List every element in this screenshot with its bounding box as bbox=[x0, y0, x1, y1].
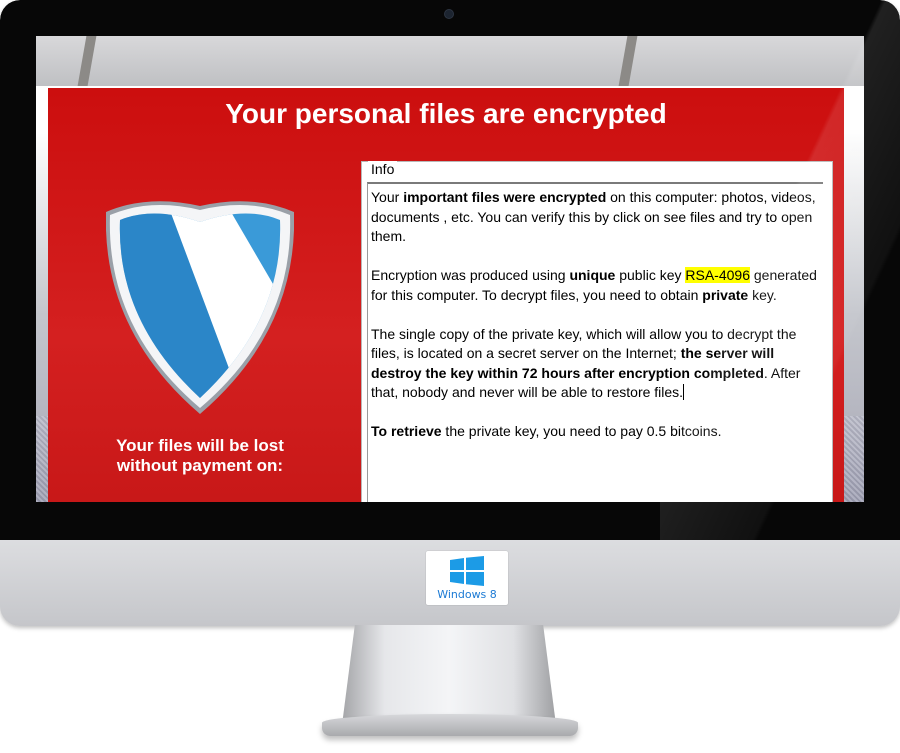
info-paragraph-2: Encryption was produced using unique pub… bbox=[371, 266, 819, 305]
background-photo bbox=[36, 36, 864, 86]
info-groupbox: Info Your important files were encrypted… bbox=[361, 161, 833, 502]
bold-text-run: To retrieve bbox=[371, 423, 442, 439]
text-run: public key bbox=[615, 267, 686, 283]
monitor-bezel: Your personal files are encrypted Your f… bbox=[0, 0, 900, 540]
text-run: Encryption was produced using bbox=[371, 267, 570, 283]
text-run: the private key, you need to pay 0.5 bit… bbox=[441, 423, 722, 439]
monitor: Your personal files are encrypted Your f… bbox=[0, 0, 900, 626]
payment-warning: Your files will be lost without payment … bbox=[86, 436, 314, 476]
os-badge: Windows 8 bbox=[426, 551, 508, 605]
os-badge-label: Windows 8 bbox=[437, 588, 497, 601]
info-paragraph-4: To retrieve the private key, you need to… bbox=[371, 422, 819, 442]
chair-leg bbox=[77, 36, 97, 86]
bold-text-run: unique bbox=[569, 267, 616, 283]
ransom-title: Your personal files are encrypted bbox=[225, 98, 667, 129]
bold-text-run: private bbox=[702, 286, 749, 303]
info-legend: Info bbox=[368, 161, 398, 177]
bold-text-run: important files were encrypted bbox=[403, 189, 607, 205]
payment-warning-line1: Your files will be lost bbox=[116, 436, 284, 455]
chair-leg bbox=[618, 36, 638, 86]
screen: Your personal files are encrypted Your f… bbox=[36, 36, 864, 502]
monitor-stand-neck bbox=[342, 625, 556, 725]
highlighted-key: RSA-4096 bbox=[685, 267, 750, 283]
text-caret bbox=[683, 384, 685, 400]
ransom-window: Your personal files are encrypted Your f… bbox=[48, 88, 844, 502]
info-paragraph-1: Your important files were encrypted on t… bbox=[371, 188, 819, 247]
payment-warning-line2: without payment on: bbox=[116, 456, 284, 475]
info-textarea[interactable]: Your important files were encrypted on t… bbox=[367, 182, 823, 502]
monitor-stand-base bbox=[322, 714, 578, 736]
shield-icon bbox=[106, 201, 294, 414]
webcam-icon bbox=[445, 10, 453, 18]
text-run: Your bbox=[371, 189, 404, 205]
text-run: key. bbox=[748, 286, 777, 303]
windows-logo-icon bbox=[450, 556, 484, 586]
info-paragraph-3: The single copy of the private key, whic… bbox=[371, 325, 819, 403]
